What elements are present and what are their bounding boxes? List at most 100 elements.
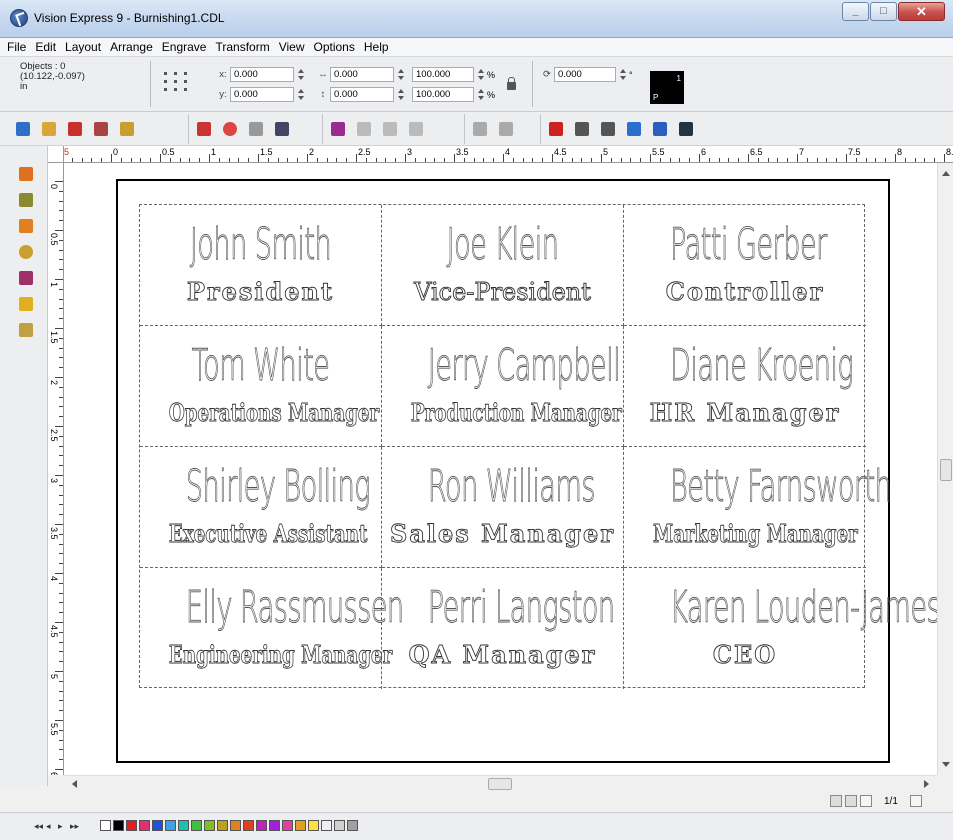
badge-cell[interactable]: Diane Kroenig HR Manager [624, 326, 866, 447]
frame-button[interactable] [649, 118, 671, 140]
menu-view[interactable]: View [276, 38, 308, 56]
pencil-tool-button[interactable] [16, 294, 36, 314]
print-button[interactable] [116, 118, 138, 140]
badge-cell[interactable]: Jerry Campbell Production Manager [382, 326, 624, 447]
badge-cell[interactable]: Elly Rassmussen Engineering Manager [140, 568, 404, 689]
badge-cell[interactable]: Karen Louden-James CEO [624, 568, 937, 689]
vertical-ruler[interactable]: 0 0.5 1 1.5 2 2.5 3 3.5 4 4.5 5 5.5 6 [48, 163, 64, 775]
new-file-button[interactable] [12, 118, 34, 140]
scroll-up-icon[interactable] [942, 171, 950, 176]
palette-swatch[interactable] [113, 820, 124, 831]
palette-swatch[interactable] [334, 820, 345, 831]
palette-swatch[interactable] [139, 820, 150, 831]
scroll-left-icon[interactable] [72, 780, 77, 788]
x-spinner[interactable] [297, 67, 305, 82]
height-field[interactable]: 0.000 [330, 87, 394, 102]
fill-tool-button[interactable] [16, 320, 36, 340]
palette-swatch[interactable] [204, 820, 215, 831]
text-tool-button[interactable] [16, 216, 36, 236]
menu-edit[interactable]: Edit [32, 38, 59, 56]
open-file-button[interactable] [38, 118, 60, 140]
palette-swatch[interactable] [100, 820, 111, 831]
horizontal-scrollbar[interactable] [64, 775, 937, 791]
first-record-icon[interactable]: ◂◂ [34, 821, 44, 831]
palette-swatch[interactable] [295, 820, 306, 831]
palette-swatch[interactable] [126, 820, 137, 831]
menu-file[interactable]: File [4, 38, 29, 56]
menu-arrange[interactable]: Arrange [107, 38, 156, 56]
add-page-icon[interactable] [830, 795, 842, 807]
scale-y-field[interactable]: 100.000 [412, 87, 474, 102]
color-swatch[interactable]: 1 P [650, 71, 684, 104]
width-field[interactable]: 0.000 [330, 67, 394, 82]
palette-swatch[interactable] [152, 820, 163, 831]
shape-button[interactable] [623, 118, 645, 140]
cut-button[interactable] [193, 118, 215, 140]
rotation-field[interactable]: 0.000 [554, 67, 616, 82]
badge-cell[interactable]: Betty Farnsworth Marketing Manager [624, 447, 892, 568]
vertical-scrollbar[interactable] [937, 163, 953, 775]
menu-help[interactable]: Help [361, 38, 392, 56]
minimize-button[interactable]: _ [842, 2, 869, 21]
menu-transform[interactable]: Transform [212, 38, 272, 56]
badge-cell[interactable]: Joe Klein Vice-President [382, 205, 624, 326]
redo-button[interactable] [245, 118, 267, 140]
badge-cell[interactable]: Patti Gerber Controller [624, 205, 866, 326]
ruler-corner[interactable] [48, 146, 64, 163]
scroll-down-icon[interactable] [942, 762, 950, 767]
select-tool-button[interactable] [16, 164, 36, 184]
scale-x-spinner[interactable] [477, 67, 485, 82]
badge-cell[interactable]: Tom White Operations Manager [140, 326, 382, 447]
zoom-tool-button[interactable] [16, 242, 36, 262]
next-record-icon[interactable]: ▸ [58, 821, 68, 831]
vertical-scroll-thumb[interactable] [940, 459, 952, 481]
save-file-button[interactable] [64, 118, 86, 140]
move-button[interactable] [675, 118, 697, 140]
undo-button[interactable] [219, 118, 241, 140]
engrave-button[interactable] [327, 118, 349, 140]
horizontal-scroll-thumb[interactable] [488, 778, 512, 790]
prev-page-button[interactable] [860, 795, 872, 807]
node-a-button[interactable] [571, 118, 593, 140]
y-spinner[interactable] [297, 87, 305, 102]
tool-a-button[interactable] [353, 118, 375, 140]
palette-swatch[interactable] [269, 820, 280, 831]
node-b-button[interactable] [597, 118, 619, 140]
node-tool-button[interactable] [16, 190, 36, 210]
anchor-point-selector[interactable] [162, 71, 202, 97]
palette-swatch[interactable] [347, 820, 358, 831]
menu-layout[interactable]: Layout [62, 38, 104, 56]
scale-y-spinner[interactable] [477, 87, 485, 102]
last-record-icon[interactable]: ▸▸ [70, 821, 80, 831]
scale-x-field[interactable]: 100.000 [412, 67, 474, 82]
scroll-right-icon[interactable] [924, 780, 929, 788]
palette-swatch[interactable] [243, 820, 254, 831]
badge-cell[interactable]: Perri Langston QA Manager [382, 568, 624, 689]
copy-button[interactable] [271, 118, 293, 140]
shape-tool-button[interactable] [16, 268, 36, 288]
palette-swatch[interactable] [282, 820, 293, 831]
group-button[interactable] [469, 118, 491, 140]
close-button[interactable]: ✕ [898, 2, 945, 21]
delete-page-icon[interactable] [845, 795, 857, 807]
horizontal-ruler[interactable]: 5 0 0.5 1 1.5 2 2.5 3 3.5 4 4.5 5 5.5 6 6.5 7 7.5 8 8.5 [64, 146, 953, 163]
palette-swatch[interactable] [256, 820, 267, 831]
next-page-button[interactable] [909, 795, 922, 807]
badge-cell[interactable]: Shirley Bolling Executive Assistant [140, 447, 382, 568]
badge-cell[interactable]: John Smith President [140, 205, 382, 326]
height-spinner[interactable] [397, 87, 405, 102]
x-position-field[interactable]: 0.000 [230, 67, 294, 82]
palette-swatch[interactable] [191, 820, 202, 831]
palette-swatch[interactable] [178, 820, 189, 831]
maximize-button[interactable]: □ [870, 2, 897, 21]
palette-swatch[interactable] [165, 820, 176, 831]
tool-c-button[interactable] [405, 118, 427, 140]
design-canvas[interactable]: John Smith President Joe Klein Vice-Preside… [64, 163, 937, 775]
tool-b-button[interactable] [379, 118, 401, 140]
rotation-spinner[interactable] [619, 67, 627, 82]
prev-record-icon[interactable]: ◂ [46, 821, 56, 831]
lock-aspect-icon[interactable] [507, 77, 516, 90]
width-spinner[interactable] [397, 67, 405, 82]
menu-options[interactable]: Options [311, 38, 358, 56]
badge-cell[interactable]: Ron Williams Sales Manager [382, 447, 624, 568]
